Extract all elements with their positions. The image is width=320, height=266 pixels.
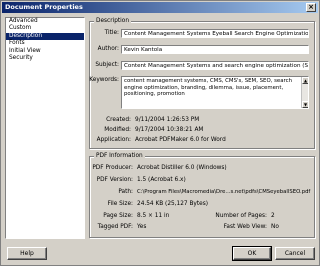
application-label: Application: [96, 137, 131, 143]
category-list[interactable]: Advanced Custom Description Fonts Initia… [5, 17, 85, 239]
title-field[interactable]: Content Management Systems Eyeball Searc… [121, 29, 309, 38]
subject-field[interactable]: Content Management Systems and search en… [121, 61, 309, 70]
keywords-text: content management systems, CMS, CMS's, … [124, 78, 293, 98]
subject-label: Subject: [95, 62, 119, 68]
page-size-label: Page Size: [103, 213, 133, 219]
sidebar-item-fonts[interactable]: Fonts [6, 40, 84, 47]
sidebar-item-advanced[interactable]: Advanced [6, 18, 84, 25]
pdf-information-group-title: PDF Information [94, 153, 145, 160]
pdf-producer-value: Acrobat Distiller 6.0 (Windows) [137, 165, 227, 171]
author-label: Author: [97, 46, 119, 52]
application-value: Acrobat PDFMaker 6.0 for Word [135, 137, 226, 143]
modified-value: 9/17/2004 10:38:21 AM [135, 127, 204, 133]
fast-web-view-label: Fast Web View: [223, 224, 267, 230]
author-field[interactable]: Kevin Kantola [121, 45, 309, 54]
close-icon[interactable]: × [306, 3, 316, 12]
description-group-title: Description [94, 18, 132, 25]
sidebar-item-custom[interactable]: Custom [6, 25, 84, 32]
cancel-button[interactable]: Cancel [275, 247, 315, 260]
pdf-producer-label: PDF Producer: [92, 165, 133, 171]
document-properties-dialog: Document Properties × Advanced Custom De… [0, 0, 320, 266]
ok-button[interactable]: OK [232, 246, 272, 261]
page-size-value: 8.5 × 11 in [137, 213, 170, 219]
number-of-pages-value: 2 [271, 213, 275, 219]
pdf-version-label: PDF Version: [96, 177, 133, 183]
sidebar-item-description[interactable]: Description [6, 32, 84, 41]
modified-label: Modified: [104, 127, 131, 133]
window-title: Document Properties [5, 3, 83, 11]
title-bar: Document Properties × [2, 2, 318, 13]
file-size-value: 24.54 KB (25,127 Bytes) [137, 201, 208, 207]
tagged-pdf-label: Tagged PDF: [97, 224, 133, 230]
created-value: 9/11/2004 1:26:53 PM [135, 117, 200, 123]
path-label: Path: [118, 189, 133, 195]
tagged-pdf-value: Yes [137, 224, 147, 230]
keywords-label: Keywords: [89, 77, 119, 83]
scroll-down-icon[interactable]: ▼ [302, 101, 308, 108]
keywords-field[interactable]: content management systems, CMS, CMS's, … [121, 76, 309, 109]
keywords-scrollbar[interactable]: ▲ ▼ [301, 77, 308, 108]
file-size-label: File Size: [107, 201, 133, 207]
fast-web-view-value: No [271, 224, 279, 230]
sidebar-item-security[interactable]: Security [6, 55, 84, 62]
sidebar-item-initial-view[interactable]: Initial View [6, 48, 84, 55]
created-label: Created: [106, 117, 131, 123]
number-of-pages-label: Number of Pages: [215, 213, 267, 219]
scroll-up-icon[interactable]: ▲ [302, 77, 308, 84]
title-label: Title: [104, 30, 119, 36]
path-value: C:\Program Files\Macromedia\Dre...s.net\… [137, 189, 311, 195]
pdf-version-value: 1.5 (Acrobat 6.x) [137, 177, 186, 183]
help-button[interactable]: Help [7, 247, 47, 260]
